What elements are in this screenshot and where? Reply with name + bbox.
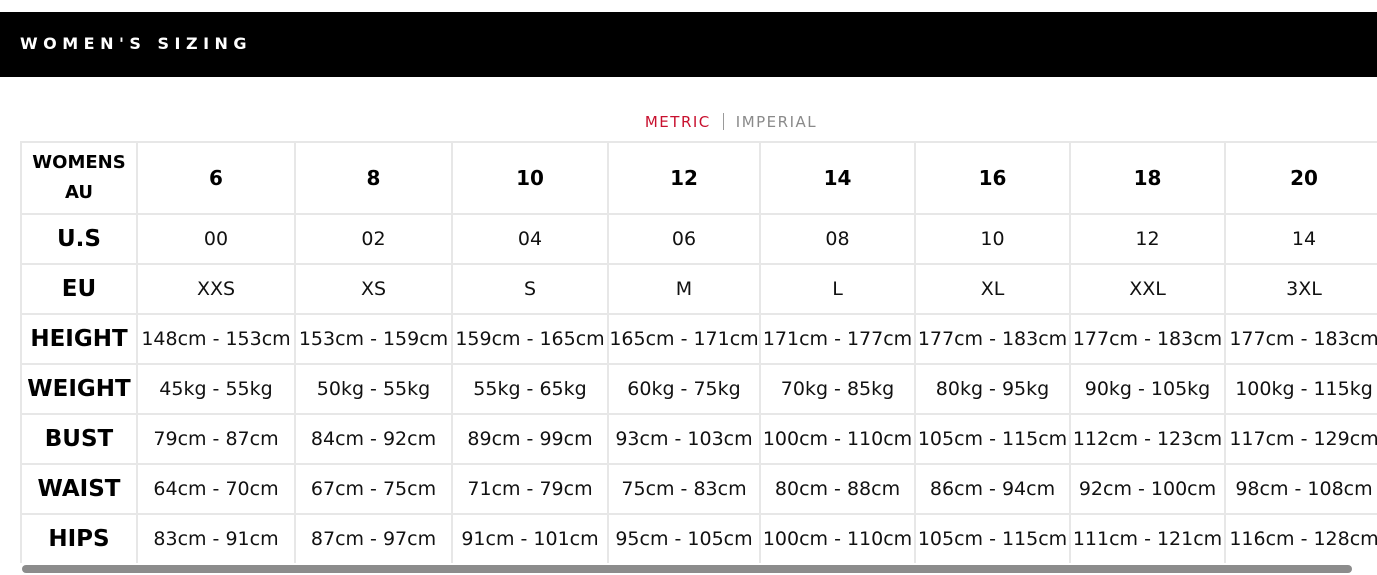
table-cell: 112cm - 123cm [1069, 413, 1226, 465]
table-cell: 02 [294, 213, 453, 265]
column-header: 14 [759, 141, 916, 215]
table-cell: 00 [136, 213, 296, 265]
column-header: 8 [294, 141, 453, 215]
table-cell: 75cm - 83cm [607, 463, 761, 515]
column-header: 16 [914, 141, 1071, 215]
table-cell: 06 [607, 213, 761, 265]
table-cell: 71cm - 79cm [451, 463, 609, 515]
table-cell: 90kg - 105kg [1069, 363, 1226, 415]
table-row-us: U.S 00 02 04 06 08 10 12 14 [20, 213, 1377, 265]
row-header-hips: HIPS [20, 513, 138, 563]
table-cell: 55kg - 65kg [451, 363, 609, 415]
table-cell: 79cm - 87cm [136, 413, 296, 465]
row-header-eu: EU [20, 263, 138, 315]
table-row-bust: BUST 79cm - 87cm 84cm - 92cm 89cm - 99cm… [20, 413, 1377, 465]
table-cell: 84cm - 92cm [294, 413, 453, 465]
table-cell: 67cm - 75cm [294, 463, 453, 515]
table-cell: 100kg - 115kg [1224, 363, 1377, 415]
column-header: 6 [136, 141, 296, 215]
table-cell: 80kg - 95kg [914, 363, 1071, 415]
unit-separator [722, 113, 724, 130]
table-row-height: HEIGHT 148cm - 153cm 153cm - 159cm 159cm… [20, 313, 1377, 365]
table-cell: 04 [451, 213, 609, 265]
table-cell: 100cm - 110cm [759, 513, 916, 563]
table-cell: 83cm - 91cm [136, 513, 296, 563]
column-header: 12 [607, 141, 761, 215]
table-cell: 105cm - 115cm [914, 513, 1071, 563]
column-header: 10 [451, 141, 609, 215]
table-cell: 92cm - 100cm [1069, 463, 1226, 515]
table-cell: 60kg - 75kg [607, 363, 761, 415]
scrollbar-thumb[interactable] [22, 565, 1352, 573]
table-cell: 80cm - 88cm [759, 463, 916, 515]
table-cell: XXS [136, 263, 296, 315]
table-cell: 116cm - 128cm [1224, 513, 1377, 563]
table-cell: 105cm - 115cm [914, 413, 1071, 465]
table-cell: 159cm - 165cm [451, 313, 609, 365]
table-cell: 177cm - 183cm [1224, 313, 1377, 365]
table-cell: XS [294, 263, 453, 315]
table-header-row: WOMENS AU 6 8 10 12 14 16 18 20 [20, 141, 1377, 215]
unit-option-metric[interactable]: METRIC [645, 112, 711, 132]
column-header: 20 [1224, 141, 1377, 215]
column-header: 18 [1069, 141, 1226, 215]
horizontal-scrollbar[interactable] [20, 563, 1377, 575]
table-cell: 93cm - 103cm [607, 413, 761, 465]
table-cell: 45kg - 55kg [136, 363, 296, 415]
row-header-bust: BUST [20, 413, 138, 465]
table-cell: XXL [1069, 263, 1226, 315]
table-cell: 64cm - 70cm [136, 463, 296, 515]
page-title: WOMEN'S SIZING [20, 34, 253, 53]
table-cell: 177cm - 183cm [1069, 313, 1226, 365]
row-header-us: U.S [20, 213, 138, 265]
table-row-weight: WEIGHT 45kg - 55kg 50kg - 55kg 55kg - 65… [20, 363, 1377, 415]
table-cell: 50kg - 55kg [294, 363, 453, 415]
table-cell: 14 [1224, 213, 1377, 265]
table-cell: XL [914, 263, 1071, 315]
table-cell: S [451, 263, 609, 315]
table-cell: 153cm - 159cm [294, 313, 453, 365]
row-header-waist: WAIST [20, 463, 138, 515]
table-cell: 165cm - 171cm [607, 313, 761, 365]
size-table-scroll-container[interactable]: WOMENS AU 6 8 10 12 14 16 18 20 U.S 00 02… [20, 141, 1377, 563]
table-cell: 10 [914, 213, 1071, 265]
table-cell: 171cm - 177cm [759, 313, 916, 365]
table-cell: M [607, 263, 761, 315]
table-cell: 177cm - 183cm [914, 313, 1071, 365]
table-cell: 148cm - 153cm [136, 313, 296, 365]
table-cell: 70kg - 85kg [759, 363, 916, 415]
size-chart-table: WOMENS AU 6 8 10 12 14 16 18 20 U.S 00 02… [20, 141, 1377, 563]
table-cell: 86cm - 94cm [914, 463, 1071, 515]
table-cell: 87cm - 97cm [294, 513, 453, 563]
table-cell: 117cm - 129cm [1224, 413, 1377, 465]
unit-toggle: METRIC IMPERIAL [0, 112, 1377, 132]
table-cell: 91cm - 101cm [451, 513, 609, 563]
table-cell: 111cm - 121cm [1069, 513, 1226, 563]
table-cell: 100cm - 110cm [759, 413, 916, 465]
table-cell: L [759, 263, 916, 315]
unit-option-imperial[interactable]: IMPERIAL [736, 112, 817, 132]
table-row-eu: EU XXS XS S M L XL XXL 3XL [20, 263, 1377, 315]
table-cell: 95cm - 105cm [607, 513, 761, 563]
table-cell: 12 [1069, 213, 1226, 265]
table-cell: 89cm - 99cm [451, 413, 609, 465]
table-cell: 08 [759, 213, 916, 265]
page-header-bar: WOMEN'S SIZING [0, 12, 1377, 77]
table-cell: 3XL [1224, 263, 1377, 315]
row-header-womens-au: WOMENS AU [20, 141, 138, 215]
table-row-hips: HIPS 83cm - 91cm 87cm - 97cm 91cm - 101c… [20, 513, 1377, 563]
row-header-height: HEIGHT [20, 313, 138, 365]
table-row-waist: WAIST 64cm - 70cm 67cm - 75cm 71cm - 79c… [20, 463, 1377, 515]
table-cell: 98cm - 108cm [1224, 463, 1377, 515]
row-header-weight: WEIGHT [20, 363, 138, 415]
